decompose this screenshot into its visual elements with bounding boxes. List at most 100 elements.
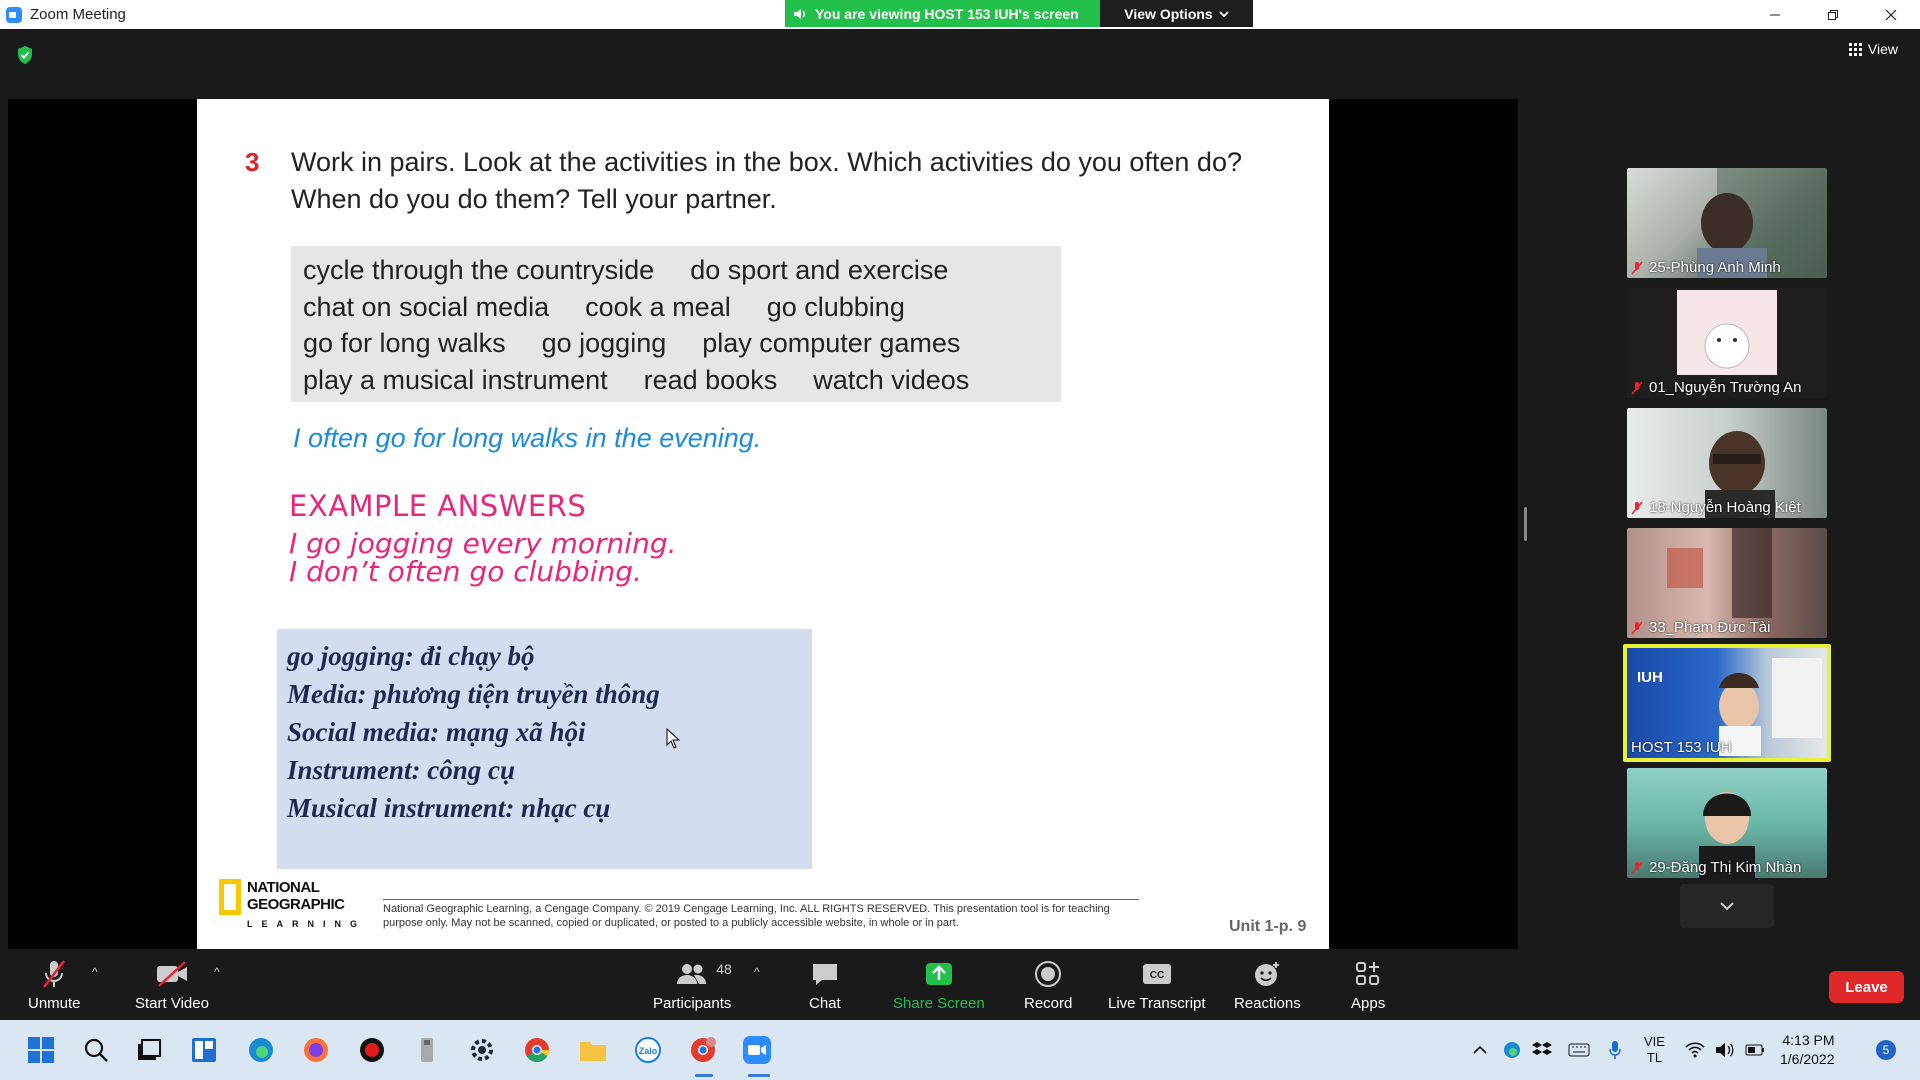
record-label: Record bbox=[1024, 995, 1073, 1012]
live-transcript-label: Live Transcript bbox=[1108, 995, 1206, 1012]
battery-icon[interactable] bbox=[1745, 1044, 1765, 1056]
minimize-button[interactable] bbox=[1746, 0, 1804, 29]
participant-name-text: 01_Nguyễn Trường An bbox=[1649, 379, 1802, 396]
task-view-button[interactable] bbox=[134, 1035, 164, 1065]
taskbar-gear-app[interactable] bbox=[467, 1035, 497, 1065]
live-transcript-button[interactable]: CC Live Transcript bbox=[1108, 959, 1206, 1012]
windows-taskbar: Zalo VIE TL 4:13 PM 1/6/2022 5 bbox=[0, 1020, 1920, 1080]
video-options-caret-icon[interactable]: ^ bbox=[214, 965, 220, 979]
security-shield-icon[interactable] bbox=[16, 45, 34, 65]
vocab-item: Instrument: công cụ bbox=[287, 755, 516, 785]
window-controls bbox=[1746, 0, 1920, 29]
volume-icon[interactable] bbox=[1715, 1042, 1735, 1058]
reactions-label: Reactions bbox=[1234, 995, 1301, 1012]
search-button[interactable] bbox=[81, 1035, 111, 1065]
taskbar-chrome[interactable] bbox=[522, 1035, 552, 1065]
taskbar-zoom[interactable] bbox=[742, 1035, 772, 1065]
keyboard-icon[interactable] bbox=[1568, 1043, 1590, 1057]
participant-name-text: 18-Nguyễn Hoàng Kiệt bbox=[1649, 499, 1801, 516]
dropbox-icon[interactable] bbox=[1532, 1041, 1552, 1059]
chat-button[interactable]: Chat bbox=[809, 959, 841, 1012]
activity-line: play a musical instrument read books watch… bbox=[303, 362, 1049, 399]
participant-tile[interactable]: 29-Đặng Thị Kim Nhàn bbox=[1627, 768, 1827, 878]
viewing-banner-text: You are viewing HOST 153 IUH's screen bbox=[815, 5, 1079, 22]
activity-item: chat on social media bbox=[303, 291, 550, 322]
vocab-item: Media: phương tiện truyền thông bbox=[287, 679, 660, 709]
microphone-icon[interactable] bbox=[1608, 1040, 1622, 1060]
chrome-icon bbox=[525, 1038, 549, 1063]
taskbar-edge[interactable] bbox=[246, 1035, 276, 1065]
vocab-item: go jogging: đi chạy bộ bbox=[287, 641, 535, 671]
notification-badge[interactable]: 5 bbox=[1876, 1040, 1896, 1060]
zalo-icon-text: Zalo bbox=[639, 1046, 658, 1056]
unit-label: Unit 1-p. 9 bbox=[1229, 918, 1307, 935]
taskbar-zalo[interactable]: Zalo bbox=[633, 1035, 663, 1065]
record-button[interactable]: Record bbox=[1024, 959, 1072, 1012]
clock-date: 1/6/2022 bbox=[1780, 1051, 1835, 1067]
restore-button[interactable] bbox=[1804, 0, 1862, 29]
participant-tile[interactable]: 18-Nguyễn Hoàng Kiệt bbox=[1627, 408, 1827, 518]
share-screen-icon bbox=[925, 963, 952, 985]
widgets-button[interactable] bbox=[189, 1035, 219, 1065]
activity-line: go for long walks go jogging play computer… bbox=[303, 325, 1049, 362]
taskbar-active-indicator bbox=[748, 1074, 770, 1077]
edge-browser-icon bbox=[249, 1038, 273, 1062]
activity-item: play computer games bbox=[702, 328, 961, 358]
taskbar-recorder[interactable] bbox=[357, 1035, 387, 1065]
panel-resize-handle[interactable] bbox=[1524, 507, 1527, 541]
vocab-item: Musical instrument: nhạc cụ bbox=[287, 793, 611, 823]
apps-icon bbox=[1356, 962, 1380, 985]
participant-tile[interactable]: 01_Nguyễn Trường An bbox=[1627, 288, 1827, 398]
view-button[interactable]: View bbox=[1848, 41, 1898, 57]
taskbar-chrome-profile[interactable] bbox=[688, 1035, 718, 1065]
chat-icon bbox=[812, 964, 837, 985]
usb-drive-icon bbox=[421, 1038, 433, 1062]
leave-button[interactable]: Leave bbox=[1829, 971, 1904, 1003]
activity-line: chat on social media cook a meal go clubbi… bbox=[303, 289, 1049, 326]
example-answer: I don’t often go clubbing. bbox=[289, 555, 642, 588]
start-menu-button[interactable] bbox=[26, 1035, 56, 1065]
participants-button[interactable]: 48 Participants bbox=[653, 959, 732, 1012]
start-video-button[interactable]: Start Video bbox=[135, 959, 209, 1012]
participant-tile[interactable]: 33_Phạm Đức Tài bbox=[1627, 528, 1827, 638]
view-options-button[interactable]: View Options bbox=[1100, 0, 1253, 27]
participants-label: Participants bbox=[653, 995, 732, 1012]
apps-button[interactable]: Apps bbox=[1351, 959, 1385, 1012]
chevron-down-icon bbox=[1720, 902, 1734, 911]
mic-muted-icon bbox=[1631, 861, 1643, 874]
taskbar-usb[interactable] bbox=[412, 1035, 442, 1065]
more-participants-button[interactable] bbox=[1680, 884, 1774, 928]
language-line: TL bbox=[1646, 1050, 1663, 1065]
taskbar-running-indicator bbox=[695, 1074, 713, 1077]
mic-muted-icon bbox=[43, 960, 66, 988]
share-screen-label: Share Screen bbox=[893, 995, 985, 1012]
speaker-icon bbox=[794, 8, 805, 19]
gear-icon bbox=[471, 1039, 493, 1061]
search-icon bbox=[84, 1038, 108, 1062]
firefox-icon bbox=[304, 1038, 328, 1062]
wifi-icon[interactable] bbox=[1685, 1042, 1705, 1058]
edge-tray-icon[interactable] bbox=[1502, 1040, 1522, 1060]
zoom-app-icon bbox=[743, 1036, 771, 1064]
audio-options-caret-icon[interactable]: ^ bbox=[92, 965, 98, 979]
close-button[interactable] bbox=[1862, 0, 1920, 29]
participant-name: 18-Nguyễn Hoàng Kiệt bbox=[1631, 499, 1801, 516]
closed-captions-icon: CC bbox=[1142, 964, 1171, 984]
language-indicator[interactable]: VIE TL bbox=[1644, 1034, 1665, 1066]
logo-line: GEOGRAPHIC bbox=[247, 896, 345, 913]
participant-name-text: 29-Đặng Thị Kim Nhàn bbox=[1649, 859, 1802, 876]
widgets-icon bbox=[192, 1038, 216, 1062]
chevron-up-icon[interactable] bbox=[1472, 1045, 1488, 1055]
participant-name: HOST 153 IUH bbox=[1631, 739, 1732, 756]
taskbar-file-explorer[interactable] bbox=[578, 1035, 608, 1065]
reactions-button[interactable]: Reactions bbox=[1234, 959, 1301, 1012]
clock[interactable]: 4:13 PM 1/6/2022 bbox=[1780, 1031, 1835, 1069]
participant-tile[interactable]: 25-Phùng Anh Minh bbox=[1627, 168, 1827, 278]
zoom-logo-icon bbox=[6, 6, 22, 23]
unmute-button[interactable]: Unmute bbox=[28, 959, 81, 1012]
participant-tile-active-speaker[interactable]: IUH HOST 153 IUH bbox=[1623, 644, 1831, 762]
taskbar-firefox[interactable] bbox=[301, 1035, 331, 1065]
share-screen-button[interactable]: Share Screen bbox=[893, 959, 985, 1012]
restore-icon bbox=[1828, 9, 1838, 20]
participants-options-caret-icon[interactable]: ^ bbox=[754, 965, 760, 979]
